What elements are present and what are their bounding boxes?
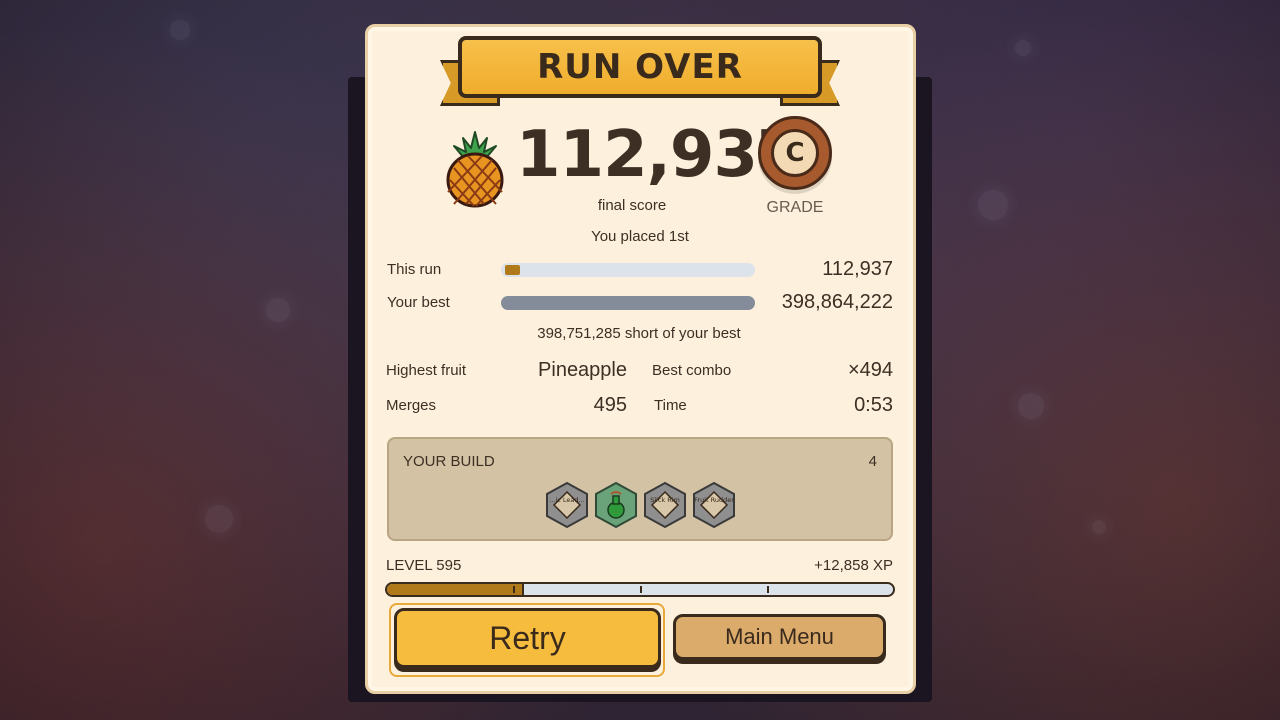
build-item-1[interactable]: ...ic Lead... (543, 481, 591, 529)
build-item-4-label: Fruit Rudder (694, 496, 734, 504)
build-count: 4 (868, 453, 877, 470)
pineapple-icon (444, 130, 506, 208)
build-item-3[interactable]: Slick Rim (641, 481, 689, 529)
placement-text: You placed 1st (591, 228, 689, 245)
background-sparkle (978, 190, 1008, 220)
build-item-1-label: ...ic Lead... (549, 496, 585, 504)
build-item-4[interactable]: Fruit Rudder (690, 481, 738, 529)
this-run-bar-fill (505, 265, 520, 275)
highest-fruit-label: Highest fruit (386, 362, 467, 379)
background-sparkle (170, 20, 190, 40)
background-sparkle (1092, 520, 1106, 534)
short-of-best-text: 398,751,285 short of your best (537, 325, 741, 342)
build-item-2-potion[interactable] (592, 481, 640, 529)
merges-label: Merges (386, 397, 437, 414)
merges-value: 495 (593, 394, 627, 416)
background-sparkle (1018, 393, 1044, 419)
title-banner: RUN OVER (440, 36, 840, 112)
your-best-bar (501, 296, 755, 310)
this-run-value: 112,937 (822, 258, 893, 280)
build-items: ...ic Lead... Slick Rim Fruit Rudder (543, 481, 738, 529)
xp-bar-tick (640, 586, 642, 593)
final-score-label: final score (597, 197, 667, 214)
background-sparkle (266, 298, 290, 322)
xp-progress-fill (387, 584, 524, 595)
main-menu-button[interactable]: Main Menu (673, 614, 886, 660)
highest-fruit-value: Pineapple (538, 359, 627, 381)
grade-letter: C (771, 129, 819, 177)
xp-progress-bar (385, 582, 895, 597)
final-score: 112,937 (516, 118, 802, 192)
grade-medal: C (758, 116, 832, 190)
best-combo-value: ×494 (847, 359, 893, 381)
build-title: YOUR BUILD (403, 453, 495, 470)
xp-bar-tick (513, 586, 515, 593)
banner-ribbon: RUN OVER (458, 36, 822, 98)
build-item-3-label: Slick Rim (650, 496, 680, 504)
time-label: Time (654, 397, 687, 414)
background-sparkle (205, 505, 233, 533)
time-value: 0:53 (854, 394, 893, 416)
level-label: LEVEL 595 (386, 557, 462, 574)
your-best-value: 398,864,222 (781, 291, 893, 313)
xp-bar-tick (767, 586, 769, 593)
retry-button[interactable]: Retry (394, 608, 661, 668)
build-panel: YOUR BUILD 4 ...ic Lead... Slick Rim Fru… (387, 437, 893, 541)
background-sparkle (1015, 40, 1031, 56)
this-run-bar (501, 263, 755, 277)
best-combo-label: Best combo (652, 362, 732, 379)
your-best-label: Your best (387, 294, 450, 311)
grade-label: GRADE (766, 199, 824, 216)
page-title: RUN OVER (537, 47, 743, 87)
this-run-label: This run (387, 261, 442, 278)
xp-gain-label: +12,858 XP (814, 557, 893, 574)
